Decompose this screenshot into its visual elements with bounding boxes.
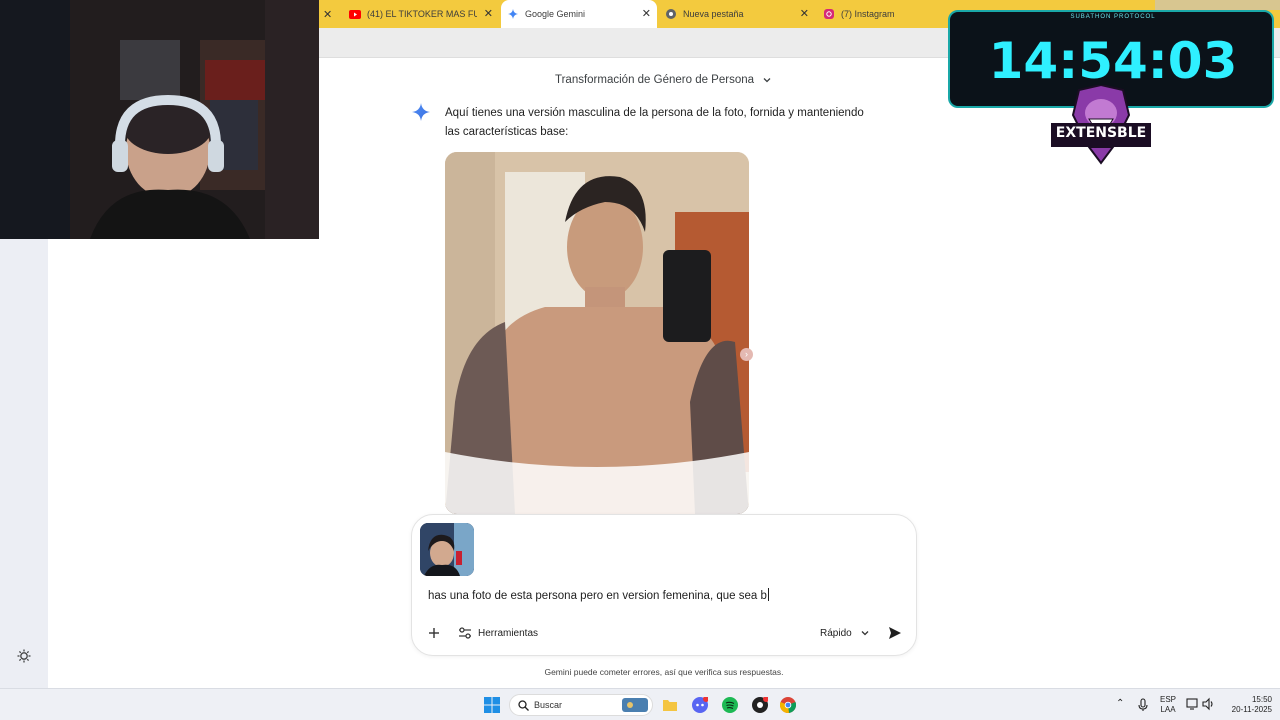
plus-icon — [429, 628, 439, 638]
disclaimer-text: Gemini puede cometer errores, así que ve… — [544, 667, 784, 677]
tab-youtube[interactable]: (41) EL TIKTOKER MAS FUNADO ✕ — [343, 0, 499, 28]
language-bottom: LAA — [1160, 705, 1176, 714]
next-image-icon[interactable]: › — [740, 348, 753, 361]
sliders-icon — [459, 627, 471, 639]
language-top: ESP — [1159, 695, 1176, 704]
add-attachment-button[interactable] — [426, 625, 442, 641]
send-icon — [889, 627, 901, 639]
search-highlight-icon — [622, 698, 648, 712]
gemini-sidebar — [0, 239, 48, 688]
conversation-title-text: Transformación de Género de Persona — [555, 74, 755, 86]
youtube-icon — [349, 8, 361, 20]
search-placeholder: Buscar — [534, 700, 563, 710]
volume-icon[interactable] — [1202, 697, 1218, 713]
tab-label: Google Gemini — [525, 9, 586, 19]
search-icon — [518, 700, 529, 711]
generated-image[interactable] — [445, 152, 749, 514]
tools-button[interactable]: Herramientas — [458, 625, 538, 641]
chevron-down-icon — [763, 78, 771, 83]
close-tab-icon[interactable]: ✕ — [323, 8, 332, 21]
timer-digits: 14:54:03 — [988, 32, 1238, 90]
system-clock[interactable]: 15:50 20-11-2025 — [1222, 695, 1272, 715]
clock-time: 15:50 — [1251, 695, 1272, 704]
chrome-icon — [665, 8, 677, 20]
model-mode-selector[interactable]: Rápido — [820, 625, 870, 641]
screen: ✕ (41) EL TIKTOKER MAS FUNADO ✕ Google G… — [0, 0, 1280, 720]
settings-icon[interactable] — [16, 648, 32, 664]
instagram-icon — [823, 8, 835, 20]
clock-date: 20-11-2025 — [1231, 705, 1272, 714]
mascot-text: EXTENSBLE — [1055, 125, 1147, 141]
file-explorer-icon[interactable] — [662, 697, 678, 713]
chevron-up-icon[interactable]: ⌃ — [1116, 699, 1124, 709]
prompt-input-text: has una foto de esta persona pero en ver… — [428, 590, 767, 602]
send-button[interactable] — [883, 623, 907, 643]
attached-image-thumbnail[interactable] — [420, 523, 474, 576]
microphone-icon[interactable] — [1136, 697, 1152, 713]
gemini-icon — [507, 8, 519, 20]
tools-label: Herramientas — [478, 627, 539, 639]
windows-start-icon[interactable] — [484, 697, 500, 713]
webcam-overlay — [0, 0, 319, 239]
chevron-down-icon — [861, 631, 869, 636]
language-indicator[interactable]: ESP LAA — [1156, 695, 1180, 715]
spotify-icon[interactable] — [722, 697, 738, 713]
tab-label: Nueva pestaña — [683, 9, 744, 19]
gemini-spark-icon — [412, 103, 430, 121]
tab-new-tab[interactable]: Nueva pestaña ✕ — [659, 0, 815, 28]
taskbar-search[interactable]: Buscar — [509, 694, 653, 716]
network-icon[interactable] — [1186, 697, 1202, 713]
tab-instagram[interactable]: (7) Instagram — [817, 0, 947, 28]
close-tab-icon[interactable]: ✕ — [484, 8, 493, 20]
timer-caption: SUBATHON PROTOCOL — [1070, 14, 1156, 20]
generated-image-graphic — [445, 152, 749, 514]
prompt-input[interactable]: has una foto de esta persona pero en ver… — [428, 588, 769, 602]
model-mode-label: Rápido — [820, 627, 852, 639]
discord-icon[interactable] — [692, 696, 709, 713]
tab-label: (41) EL TIKTOKER MAS FUNADO — [367, 9, 477, 19]
gemini-response-text: Aquí tienes una versión masculina de la … — [445, 107, 864, 138]
chrome-icon[interactable] — [779, 697, 797, 713]
conversation-title[interactable]: Transformación de Género de Persona — [555, 74, 772, 86]
overlay-decoration — [1155, 0, 1280, 10]
tab-label: (7) Instagram — [841, 9, 895, 19]
tab-google-gemini[interactable]: Google Gemini ✕ — [501, 0, 657, 28]
close-tab-icon[interactable]: ✕ — [642, 8, 651, 20]
app-icon[interactable] — [752, 696, 769, 713]
windows-taskbar: Buscar ⌃ ESP LAA 15:50 20-11-2025 — [0, 688, 1280, 720]
close-tab-icon[interactable]: ✕ — [800, 8, 809, 20]
webcam-image — [0, 0, 319, 239]
text-caret — [767, 588, 769, 601]
prompt-box[interactable]: has una foto de esta persona pero en ver… — [411, 514, 917, 656]
